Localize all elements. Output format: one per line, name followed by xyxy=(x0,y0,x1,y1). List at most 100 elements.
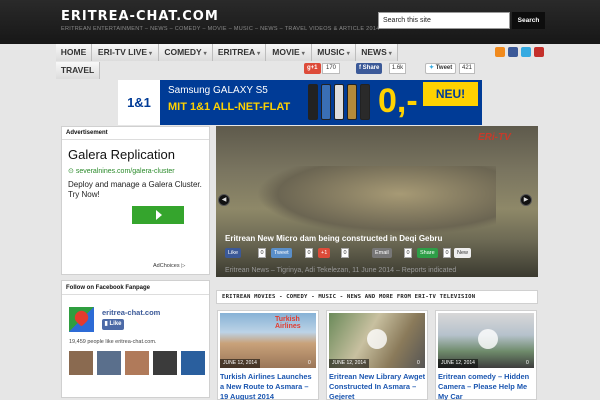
banner-headline: Samsung GALAXY S5 xyxy=(168,85,268,96)
avatar[interactable] xyxy=(153,351,177,375)
slide-image-detail xyxy=(256,166,496,236)
heart-icon xyxy=(72,308,91,327)
link-icon: ⊙ xyxy=(68,168,76,175)
nav-item-movie[interactable]: MOVIE ▾ xyxy=(266,44,312,61)
post-date: JUNE 12, 2014 xyxy=(220,359,260,368)
tweet-label: Tweet xyxy=(435,65,453,71)
chevron-down-icon: ▾ xyxy=(346,51,350,57)
nav-label: NEWS xyxy=(361,47,387,57)
search-button[interactable]: Search xyxy=(512,12,545,29)
ad-title[interactable]: Galera Replication xyxy=(68,147,175,162)
youtube-icon[interactable] xyxy=(534,47,544,57)
slide-like-button[interactable]: Like xyxy=(225,248,242,258)
avatar[interactable] xyxy=(97,351,121,375)
fb-like-count: 19,459 people like eritrea-chat.com. xyxy=(69,339,157,345)
banner-price: 0,- xyxy=(378,82,418,120)
comment-count: 0 xyxy=(308,360,311,366)
phone-image xyxy=(308,84,318,120)
post-card[interactable]: Turkish Airlines JUNE 12, 2014 0 Turkish… xyxy=(217,310,319,400)
ad-url-text: severalnines.com/galera-cluster xyxy=(75,168,175,175)
page-avatar[interactable] xyxy=(69,307,94,332)
nav-item-news[interactable]: NEWS ▾ xyxy=(356,44,398,61)
banner-subline: MIT 1&1 ALL-NET-FLAT xyxy=(168,101,291,113)
nav-item-music[interactable]: MUSIC ▾ xyxy=(312,44,356,61)
post-date: JUNE 12, 2014 xyxy=(329,359,369,368)
slide-new-button[interactable]: New xyxy=(454,248,472,258)
comment-count: 0 xyxy=(526,360,529,366)
site-header: ERITREA-CHAT.COM ERITREAN ENTERTAINMENT … xyxy=(0,0,600,44)
fb-heading: Follow on Facebook Fanpage xyxy=(62,281,209,295)
ad-heading: Advertisement xyxy=(62,127,209,140)
slide-share-button[interactable]: Share xyxy=(417,248,438,258)
adchoices-icon: ▷ xyxy=(181,263,186,269)
nav-item-comedy[interactable]: COMEDY ▾ xyxy=(159,44,213,61)
ad-banner[interactable]: 1&1 Samsung GALAXY S5 MIT 1&1 ALL-NET-FL… xyxy=(118,80,482,125)
facebook-fanpage-box: Follow on Facebook Fanpage eritrea-chat.… xyxy=(61,280,210,398)
banner-badge: NEU! xyxy=(423,82,478,106)
slider-next-button[interactable]: ▶ xyxy=(520,194,532,206)
slide-title[interactable]: Eritrean New Micro dam being constructed… xyxy=(225,234,442,243)
slide-tweet-button[interactable]: Tweet xyxy=(271,248,292,258)
nav-item-travel[interactable]: TRAVEL xyxy=(56,62,100,79)
slide-gplus-button[interactable]: +1 xyxy=(318,248,331,258)
nav-label: TRAVEL xyxy=(60,65,95,75)
avatar[interactable] xyxy=(181,351,205,375)
fb-page-name[interactable]: eritrea-chat.com xyxy=(102,308,160,317)
channel-logo: ERi-TV xyxy=(478,132,511,143)
facebook-icon[interactable] xyxy=(508,47,518,57)
arrow-right-icon xyxy=(156,210,162,220)
fb-like-button[interactable]: ▮ Like xyxy=(102,319,124,330)
phone-image xyxy=(347,84,357,120)
slider-prev-button[interactable]: ◀ xyxy=(218,194,230,206)
nav-label: COMEDY xyxy=(164,47,202,57)
thumbnail-overlay-text: Turkish Airlines xyxy=(275,316,301,330)
ad-go-button[interactable] xyxy=(132,206,184,224)
site-tagline: ERITREAN ENTERTAINMENT – NEWS – COMEDY –… xyxy=(61,26,380,32)
slide-share-count: 0 xyxy=(443,248,451,258)
thumbs-up-icon: ▮ xyxy=(104,321,108,327)
avatar[interactable] xyxy=(69,351,93,375)
nav-item-eri-tv-live[interactable]: ERI-TV LIVE ▾ xyxy=(92,44,159,61)
ad-choices-link[interactable]: AdChoices ▷ xyxy=(153,263,185,269)
chevron-down-icon: ▾ xyxy=(257,51,261,57)
gplus-count: 170 xyxy=(322,63,340,74)
slide-excerpt: Eritrean News – Tigrinya, Adi Tekelezan,… xyxy=(225,267,457,274)
nav-item-home[interactable]: HOME xyxy=(56,44,92,61)
ad-url[interactable]: ⊙ severalnines.com/galera-cluster xyxy=(68,167,175,175)
nav-label: MOVIE xyxy=(272,47,300,57)
post-date: JUNE 12, 2014 xyxy=(438,359,478,368)
phone-image xyxy=(360,84,370,120)
search-input[interactable]: Search this site xyxy=(378,12,510,29)
slide-email-button[interactable]: Email xyxy=(372,248,392,258)
facebook-share-label: Share xyxy=(362,65,380,71)
post-title[interactable]: Eritrean New Library Awget Constructed I… xyxy=(329,372,426,400)
play-icon xyxy=(367,329,387,349)
rss-icon[interactable] xyxy=(495,47,505,57)
facebook-share-count: 1.6k xyxy=(389,63,406,74)
phone-image xyxy=(334,84,344,120)
chevron-down-icon: ▾ xyxy=(301,51,305,57)
facebook-share-button[interactable]: f Share xyxy=(356,63,383,74)
tweet-count: 421 xyxy=(459,63,475,74)
ad-description: Deploy and manage a Galera Cluster. Try … xyxy=(68,180,202,199)
fb-like-label: Like xyxy=(109,321,122,327)
post-card[interactable]: JUNE 12, 2014 0 Eritrean comedy – Hidden… xyxy=(435,310,537,400)
featured-slider[interactable]: ERi-TV ◀ ▶ Eritrean New Micro dam being … xyxy=(216,126,538,277)
play-icon xyxy=(478,329,498,349)
site-title[interactable]: ERITREA-CHAT.COM xyxy=(61,9,219,24)
nav-item-eritrea[interactable]: ERITREA ▾ xyxy=(213,44,266,61)
slide-gplus-count: 0 xyxy=(341,248,349,258)
post-card[interactable]: JUNE 12, 2014 0 Eritrean New Library Awg… xyxy=(326,310,428,400)
tweet-button[interactable]: ✦ Tweet xyxy=(425,63,457,74)
comment-count: 0 xyxy=(417,360,420,366)
post-title[interactable]: Eritrean comedy – Hidden Camera – Please… xyxy=(438,372,535,400)
nav-label: ERITREA xyxy=(217,47,256,57)
advertisement-box: Advertisement Galera Replication ⊙ sever… xyxy=(61,126,210,275)
banner-brand-logo: 1&1 xyxy=(118,80,160,125)
twitter-icon[interactable] xyxy=(521,47,531,57)
post-title[interactable]: Turkish Airlines Launches a New Route to… xyxy=(220,372,317,400)
avatar[interactable] xyxy=(125,351,149,375)
twitter-icon: ✦ xyxy=(429,65,436,71)
gplus-button[interactable]: g+1 xyxy=(304,63,321,74)
chevron-down-icon: ▾ xyxy=(149,51,153,57)
